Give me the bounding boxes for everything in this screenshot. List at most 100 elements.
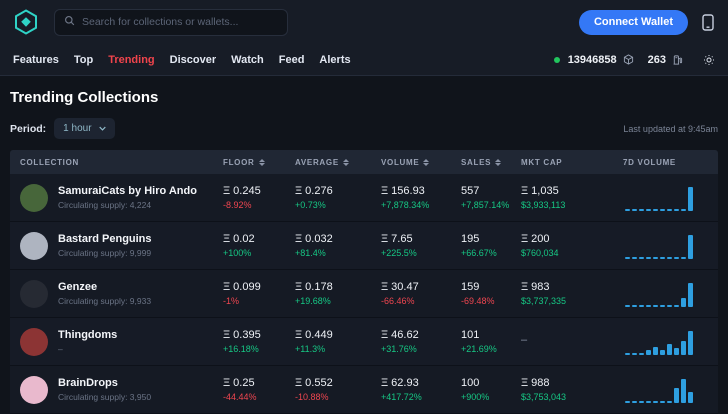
nav-item-top[interactable]: Top xyxy=(74,54,93,66)
table-row[interactable]: Thingdoms – Ξ0.395 +16.18% Ξ0.449 +11.3%… xyxy=(10,318,718,366)
search-box[interactable] xyxy=(54,9,288,36)
table-header-row: COLLECTION FLOOR AVERAGE VOLUME SALES MK… xyxy=(10,150,718,174)
nav-item-features[interactable]: Features xyxy=(13,54,59,66)
mktcap-value: 988 xyxy=(531,377,549,389)
mktcap-usd: $760,034 xyxy=(521,248,623,258)
nav-item-feed[interactable]: Feed xyxy=(279,54,305,66)
eth-icon: Ξ xyxy=(295,185,302,197)
nav-item-alerts[interactable]: Alerts xyxy=(319,54,350,66)
volume-value: 156.93 xyxy=(391,185,425,197)
floor-change: -1% xyxy=(223,296,295,306)
collection-avatar xyxy=(20,328,48,356)
col-header-7d-volume: 7D VOLUME xyxy=(623,158,718,167)
mobile-app-icon[interactable] xyxy=(702,14,714,31)
floor-cell: Ξ0.395 +16.18% xyxy=(223,329,295,354)
eth-icon: Ξ xyxy=(381,185,388,197)
sales-value: 557 xyxy=(461,185,479,197)
collection-avatar xyxy=(20,280,48,308)
collection-supply: Circulating supply: 9,999 xyxy=(58,248,152,258)
volume-change: +225.5% xyxy=(381,248,461,258)
collection-supply: Circulating supply: 3,950 xyxy=(58,392,151,402)
collection-cell[interactable]: BrainDrops Circulating supply: 3,950 xyxy=(10,376,223,404)
mktcap-usd: $3,737,335 xyxy=(521,296,623,306)
floor-value: 0.25 xyxy=(233,377,254,389)
collection-name: Genzee xyxy=(58,281,151,293)
collection-supply: Circulating supply: 4,224 xyxy=(58,200,197,210)
last-updated: Last updated at 9:45am xyxy=(623,124,718,134)
sales-value: 159 xyxy=(461,281,479,293)
collection-cell[interactable]: Genzee Circulating supply: 9,933 xyxy=(10,280,223,308)
volume-change: -66.46% xyxy=(381,296,461,306)
sparkline-7d-volume xyxy=(623,281,718,307)
average-value: 0.178 xyxy=(305,281,333,293)
sales-cell: 195 +66.67% xyxy=(461,233,521,258)
sales-cell: 101 +21.69% xyxy=(461,329,521,354)
sales-change: -69.48% xyxy=(461,296,521,306)
table-row[interactable]: Bastard Penguins Circulating supply: 9,9… xyxy=(10,222,718,270)
nav-item-trending[interactable]: Trending xyxy=(108,54,154,66)
chevron-down-icon xyxy=(99,123,106,134)
mktcap-usd: $3,933,113 xyxy=(521,200,623,210)
average-cell: Ξ0.276 +0.73% xyxy=(295,185,381,210)
eth-icon: Ξ xyxy=(223,329,230,341)
sort-icon[interactable] xyxy=(423,159,429,166)
eth-icon: Ξ xyxy=(223,377,230,389)
connect-wallet-button[interactable]: Connect Wallet xyxy=(579,10,688,35)
eth-icon: Ξ xyxy=(223,281,230,293)
collection-name: SamuraiCats by Hiro Ando xyxy=(58,185,197,197)
page-title: Trending Collections xyxy=(10,89,718,106)
sales-value: 195 xyxy=(461,233,479,245)
collection-supply: – xyxy=(58,344,117,354)
app-logo-icon[interactable] xyxy=(14,9,38,35)
theme-toggle-icon[interactable] xyxy=(703,54,715,66)
table-row[interactable]: Genzee Circulating supply: 9,933 Ξ0.099 … xyxy=(10,270,718,318)
main-content: Trending Collections Period: 1 hour Last… xyxy=(0,76,728,414)
volume-value: 30.47 xyxy=(391,281,419,293)
average-change: +81.4% xyxy=(295,248,381,258)
average-cell: Ξ0.032 +81.4% xyxy=(295,233,381,258)
controls-row: Period: 1 hour Last updated at 9:45am xyxy=(10,118,718,139)
floor-value: 0.02 xyxy=(233,233,254,245)
mktcap-cell: Ξ988 $3,753,043 xyxy=(521,377,623,402)
nav-item-watch[interactable]: Watch xyxy=(231,54,264,66)
collection-name: Thingdoms xyxy=(58,329,117,341)
volume-change: +7,878.34% xyxy=(381,200,461,210)
sort-icon[interactable] xyxy=(259,159,265,166)
block-number: 13946858 xyxy=(568,54,617,66)
mktcap-value: 983 xyxy=(531,281,549,293)
table-row[interactable]: BrainDrops Circulating supply: 3,950 Ξ0.… xyxy=(10,366,718,414)
sales-cell: 159 -69.48% xyxy=(461,281,521,306)
average-cell: Ξ0.178 +19.68% xyxy=(295,281,381,306)
col-header-sales: SALES xyxy=(461,158,521,167)
floor-cell: Ξ0.245 -8.92% xyxy=(223,185,295,210)
floor-change: -8.92% xyxy=(223,200,295,210)
average-change: +19.68% xyxy=(295,296,381,306)
sales-value: 101 xyxy=(461,329,479,341)
volume-value: 62.93 xyxy=(391,377,419,389)
collection-name: BrainDrops xyxy=(58,377,151,389)
mktcap-cell: – xyxy=(521,334,623,349)
sales-change: +900% xyxy=(461,392,521,402)
sort-icon[interactable] xyxy=(495,159,501,166)
sort-icon[interactable] xyxy=(343,159,349,166)
collection-cell[interactable]: SamuraiCats by Hiro Ando Circulating sup… xyxy=(10,184,223,212)
collection-cell[interactable]: Bastard Penguins Circulating supply: 9,9… xyxy=(10,232,223,260)
period-dropdown[interactable]: 1 hour xyxy=(54,118,114,139)
eth-icon: Ξ xyxy=(295,233,302,245)
sales-cell: 557 +7,857.14% xyxy=(461,185,521,210)
mktcap-value: 1,035 xyxy=(531,185,559,197)
collection-name: Bastard Penguins xyxy=(58,233,152,245)
block-cube-icon xyxy=(623,54,634,65)
sales-change: +7,857.14% xyxy=(461,200,521,210)
table-row[interactable]: SamuraiCats by Hiro Ando Circulating sup… xyxy=(10,174,718,222)
floor-cell: Ξ0.02 +100% xyxy=(223,233,295,258)
collection-cell[interactable]: Thingdoms – xyxy=(10,328,223,356)
collection-avatar xyxy=(20,184,48,212)
floor-change: +100% xyxy=(223,248,295,258)
nav-bar: Features Top Trending Discover Watch Fee… xyxy=(0,44,728,76)
search-input[interactable] xyxy=(82,16,278,28)
sparkline-7d-volume xyxy=(623,185,718,211)
eth-icon: Ξ xyxy=(381,233,388,245)
nav-item-discover[interactable]: Discover xyxy=(170,54,216,66)
collection-avatar xyxy=(20,232,48,260)
